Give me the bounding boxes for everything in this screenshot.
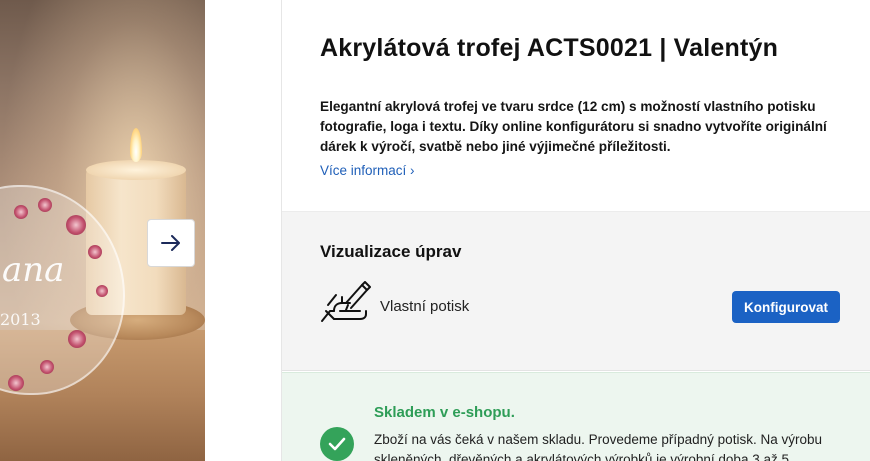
arrow-right-icon bbox=[161, 235, 180, 251]
hand-writing-icon bbox=[321, 281, 371, 322]
image-flower bbox=[40, 360, 54, 374]
image-engraved-name: ana bbox=[2, 250, 65, 290]
visualization-title: Vizualizace úprav bbox=[320, 242, 462, 261]
configure-button[interactable]: Konfigurovat bbox=[732, 291, 840, 323]
product-description: Elegantní akrylová trofej ve tvaru srdce… bbox=[320, 99, 827, 154]
product-title: Akrylátová trofej ACTS0021 | Valentýn bbox=[320, 34, 779, 62]
image-flower bbox=[96, 285, 108, 297]
check-icon bbox=[328, 437, 346, 451]
product-image-gallery: ana 2013 bbox=[0, 0, 205, 461]
product-info-panel: Akrylátová trofej ACTS0021 | Valentýn El… bbox=[282, 0, 870, 461]
stock-status-title: Skladem v e-shopu. bbox=[374, 404, 515, 421]
image-engraved-year: 2013 bbox=[0, 310, 41, 329]
image-flower bbox=[66, 215, 86, 235]
image-flower bbox=[38, 198, 52, 212]
image-candle-top bbox=[86, 160, 186, 180]
image-flower bbox=[8, 375, 24, 391]
image-flower bbox=[68, 330, 86, 348]
gallery-next-button[interactable] bbox=[147, 219, 195, 267]
custom-print-label: Vlastní potisk bbox=[380, 298, 470, 315]
stock-section: Skladem v e-shopu. Zboží na vás čeká v n… bbox=[282, 372, 870, 461]
more-info-link[interactable]: Více informací › bbox=[320, 163, 415, 178]
image-flower bbox=[88, 245, 102, 259]
visualization-section: Vizualizace úprav Vlastní potisk Konfigu… bbox=[282, 211, 870, 371]
image-flower bbox=[14, 205, 28, 219]
stock-description: Zboží na vás čeká v našem skladu. Proved… bbox=[374, 432, 822, 461]
check-circle-icon bbox=[320, 427, 354, 461]
